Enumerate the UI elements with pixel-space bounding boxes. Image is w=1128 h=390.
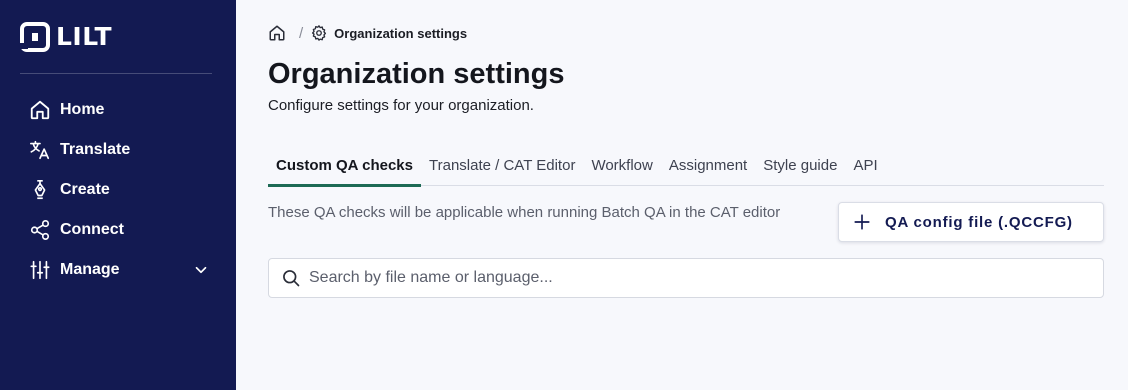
sidebar-divider (20, 73, 212, 74)
sliders-icon (28, 258, 52, 282)
lilt-logo[interactable]: LILT (20, 22, 112, 52)
translate-icon (28, 138, 52, 162)
sidebar-item-label: Translate (60, 141, 131, 158)
page-title: Organization settings (268, 58, 565, 90)
plus-icon (854, 214, 870, 230)
main-content: / Organization settings Organization set… (236, 0, 1128, 390)
tab-translate-cat-editor[interactable]: Translate / CAT Editor (421, 146, 583, 185)
sidebar-item-home[interactable]: Home (0, 90, 236, 130)
sidebar: LILT Home Translate Create Connect Manag… (0, 0, 236, 390)
sidebar-item-label: Manage (60, 261, 120, 278)
qa-checks-description: These QA checks will be applicable when … (268, 204, 781, 221)
sidebar-nav: Home Translate Create Connect Manage (0, 90, 236, 290)
sidebar-item-create[interactable]: Create (0, 170, 236, 210)
gear-icon (312, 25, 327, 41)
tab-custom-qa-checks[interactable]: Custom QA checks (268, 146, 421, 187)
sidebar-item-label: Home (60, 101, 105, 118)
sidebar-item-manage[interactable]: Manage (0, 250, 236, 290)
chevron-down-icon[interactable] (192, 261, 210, 279)
breadcrumb: / Organization settings (268, 23, 467, 43)
tab-style-guide[interactable]: Style guide (755, 146, 845, 185)
home-icon (28, 98, 52, 122)
tab-assignment[interactable]: Assignment (661, 146, 755, 185)
tab-workflow[interactable]: Workflow (583, 146, 660, 185)
sidebar-item-translate[interactable]: Translate (0, 130, 236, 170)
share-nodes-icon (28, 218, 52, 242)
search-input[interactable] (309, 269, 1089, 287)
sidebar-item-connect[interactable]: Connect (0, 210, 236, 250)
pen-nib-icon (28, 178, 52, 202)
add-qa-config-file-label: QA config file (.QCCFG) (885, 213, 1073, 231)
search-box (268, 258, 1104, 298)
page-subtitle: Configure settings for your organization… (268, 97, 534, 114)
add-qa-config-file-button[interactable]: QA config file (.QCCFG) (838, 202, 1104, 242)
logo-text: LILT (56, 22, 113, 51)
breadcrumb-current: Organization settings (334, 25, 468, 41)
settings-tabs: Custom QA checks Translate / CAT Editor … (268, 146, 1104, 187)
logo-mark-icon (20, 22, 50, 52)
tab-api[interactable]: API (845, 146, 885, 185)
sidebar-item-label: Create (60, 181, 110, 198)
breadcrumb-separator: / (299, 24, 304, 42)
home-icon[interactable] (268, 24, 286, 42)
sidebar-item-label: Connect (60, 221, 124, 238)
search-icon (283, 270, 300, 287)
